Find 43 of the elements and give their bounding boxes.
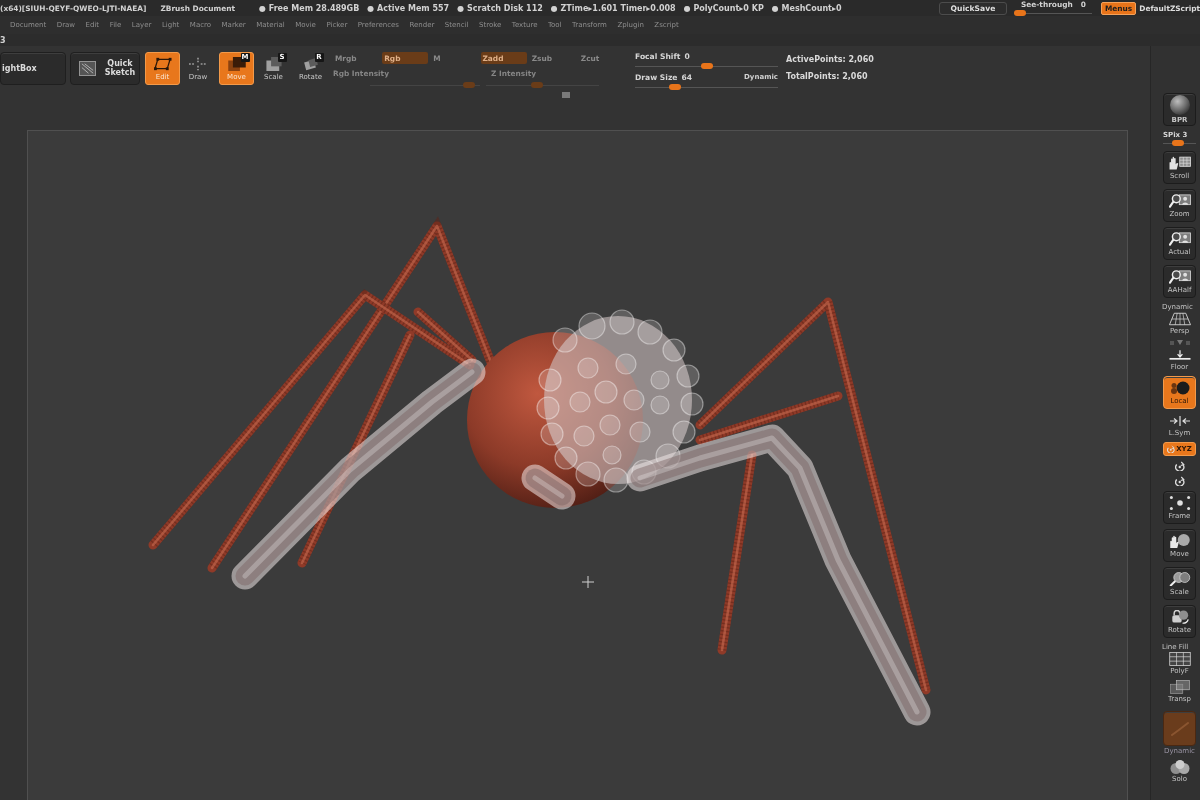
rotate-arrow-icon (1167, 445, 1176, 453)
sphere-dots-icon (1168, 380, 1191, 395)
floor-line-icon (1168, 348, 1191, 362)
status-readout: ● PolyCount▸0 KP (683, 3, 764, 13)
slider-thumb[interactable] (669, 84, 682, 90)
point-count: TotalPoints: 2,060 (786, 72, 869, 81)
stacked-squares-icon (264, 56, 283, 71)
magnifier-icon (1168, 193, 1191, 208)
dots-frame-icon (1168, 495, 1191, 510)
crosshair-cursor-icon (581, 575, 595, 589)
overlapping-squares-icon (1168, 680, 1191, 694)
magnifier-icon (1168, 231, 1191, 246)
hand-grid-icon (1168, 155, 1191, 170)
slider-thumb[interactable] (1172, 140, 1185, 146)
frame-handles-icon (153, 56, 172, 71)
perspective-grid-icon (1168, 312, 1191, 326)
scroll-handle[interactable] (562, 92, 570, 98)
magnifier-icon (1168, 269, 1191, 284)
sphere-icon (1169, 95, 1190, 115)
slider-thumb[interactable] (1013, 10, 1026, 16)
crosshair-icon (189, 56, 207, 71)
sketch-lines-icon (79, 61, 96, 76)
status-readout: ● Scratch Disk 112 (457, 3, 543, 13)
stacked-squares-icon (227, 56, 246, 71)
tilted-squares-icon (301, 56, 320, 71)
rotate-arrow-icon[interactable] (1174, 461, 1185, 471)
lightbox-button[interactable]: ightBox (0, 52, 66, 85)
polygon-grid-icon (1168, 652, 1191, 666)
rotate-arrow-icon[interactable] (1174, 476, 1185, 486)
spheres-icon (1168, 760, 1191, 774)
status-readout: ● ZTime▸1.601 Timer▸0.008 (550, 3, 676, 13)
brush-stroke-icon (1168, 721, 1191, 736)
status-readout: ● Free Mem 28.489GB (258, 3, 360, 13)
point-count: ActivePoints: 2,060 (786, 55, 874, 64)
hand-sphere-icon (1168, 533, 1191, 548)
symmetry-arrows-icon (1168, 414, 1191, 428)
slider-thumb[interactable] (700, 63, 713, 69)
status-readout: ● MeshCount▸0 (771, 3, 842, 13)
palette-label: 3 (0, 35, 6, 45)
quick-sketch-button[interactable]: Quick Sketch (70, 52, 140, 85)
status-readout: ● Active Mem 557 (367, 3, 450, 13)
magnifier-spheres-icon (1168, 571, 1191, 586)
slider-track[interactable] (1013, 10, 1092, 16)
